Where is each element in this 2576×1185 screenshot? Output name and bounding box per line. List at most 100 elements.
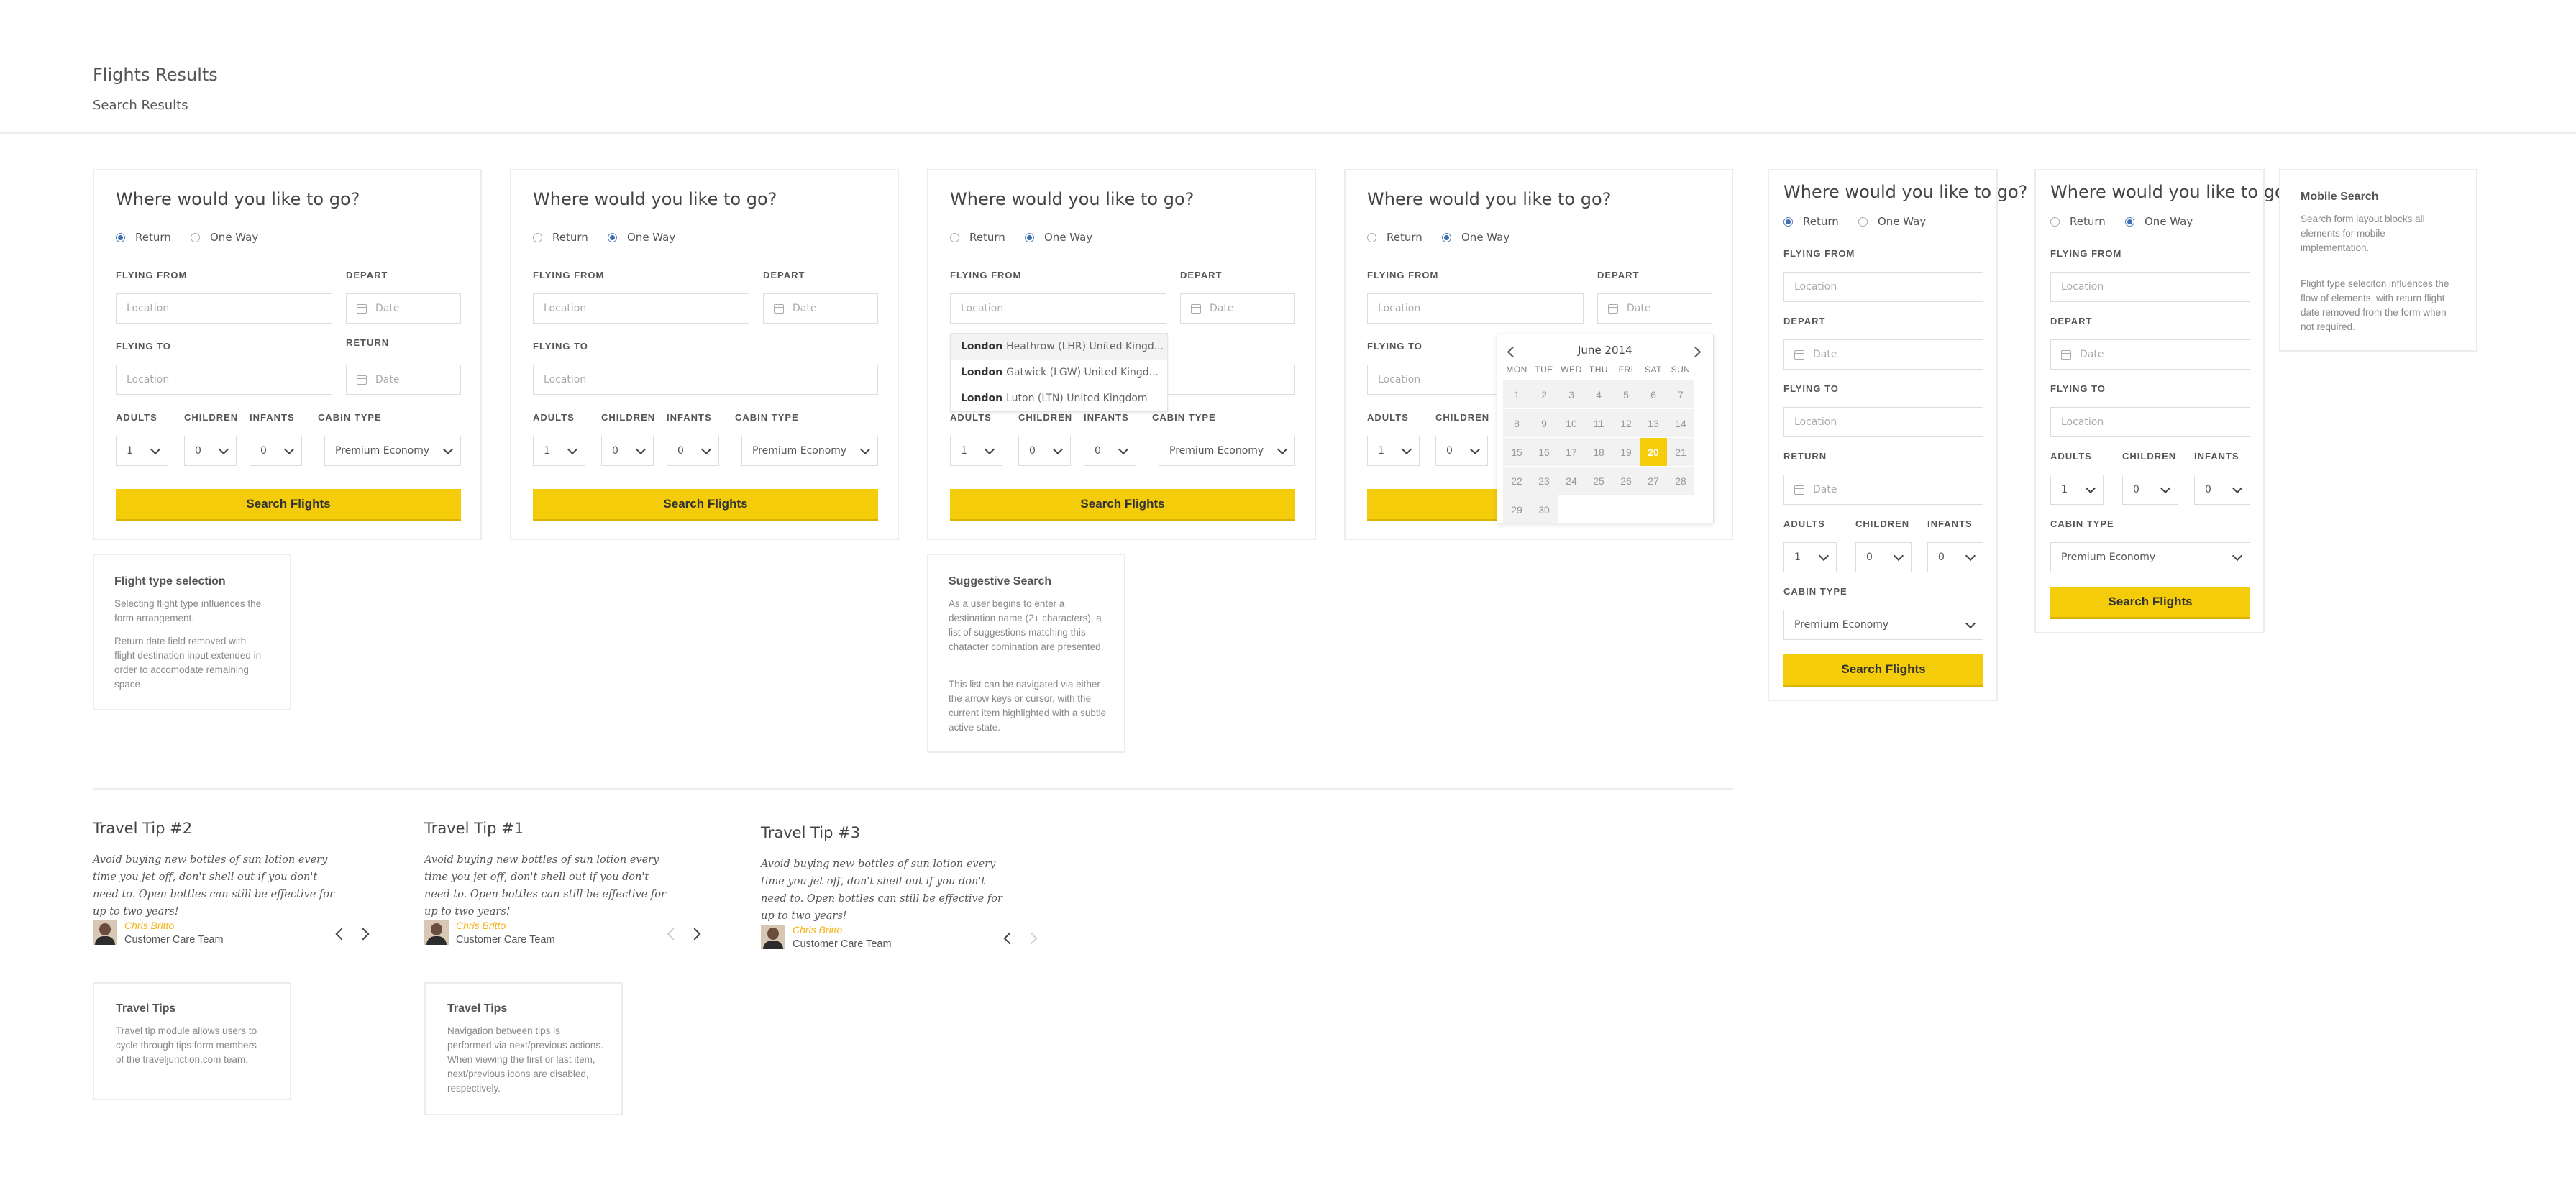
flying-from-input[interactable]: Location	[1783, 272, 1983, 302]
radio-oneway[interactable]: One Way	[1025, 231, 1092, 244]
previous-month-icon[interactable]	[1507, 346, 1519, 358]
calendar-day[interactable]: 7	[1667, 380, 1694, 408]
next-arrow-icon[interactable]	[688, 928, 701, 941]
flying-to-input[interactable]: Location	[2050, 407, 2250, 437]
radio-dot-selected[interactable]	[1442, 232, 1451, 242]
radio-return[interactable]: Return	[533, 231, 588, 244]
flying-to-input[interactable]: Location	[1783, 407, 1983, 437]
calendar-day[interactable]: 28	[1667, 467, 1694, 495]
calendar-day[interactable]: 9	[1530, 409, 1558, 437]
calendar-day[interactable]: 22	[1503, 467, 1530, 495]
flying-to-input[interactable]: Location	[116, 365, 332, 395]
next-arrow-icon[interactable]	[357, 928, 370, 941]
previous-arrow-icon[interactable]	[1003, 932, 1016, 945]
calendar-day[interactable]: 1	[1503, 380, 1530, 408]
radio-return[interactable]: Return	[1367, 231, 1422, 244]
calendar-day-selected[interactable]: 20	[1640, 438, 1667, 466]
flying-from-input[interactable]: Location	[533, 293, 749, 324]
infants-select[interactable]: 0	[667, 436, 719, 466]
radio-oneway[interactable]: One Way	[2125, 215, 2193, 228]
search-flights-button[interactable]: Search Flights	[533, 489, 878, 521]
radio-dot[interactable]	[191, 232, 200, 242]
radio-dot-selected[interactable]	[116, 232, 125, 242]
calendar-day[interactable]: 18	[1585, 438, 1612, 466]
radio-dot-selected[interactable]	[608, 232, 617, 242]
children-select[interactable]: 0	[1855, 542, 1912, 572]
radio-oneway[interactable]: One Way	[608, 231, 675, 244]
cabin-type-select[interactable]: Premium Economy	[1783, 610, 1983, 640]
next-month-icon[interactable]	[1689, 346, 1702, 358]
search-flights-button[interactable]: Search Flights	[950, 489, 1295, 521]
adults-select[interactable]: 1	[950, 436, 1002, 466]
calendar-day[interactable]: 27	[1640, 467, 1667, 495]
calendar-day[interactable]: 3	[1558, 380, 1585, 408]
infants-select[interactable]: 0	[1084, 436, 1136, 466]
radio-dot[interactable]	[1367, 232, 1376, 242]
radio-dot[interactable]	[1858, 216, 1868, 227]
calendar-day[interactable]: 21	[1667, 438, 1694, 466]
infants-select[interactable]: 0	[1927, 542, 1983, 572]
adults-select[interactable]: 1	[533, 436, 585, 466]
cabin-type-select[interactable]: Premium Economy	[324, 436, 461, 466]
infants-select[interactable]: 0	[2194, 475, 2250, 505]
children-select[interactable]: 0	[601, 436, 654, 466]
return-date-input[interactable]: Date	[346, 365, 461, 395]
calendar-day[interactable]: 2	[1530, 380, 1558, 408]
depart-date-input[interactable]: Date	[1597, 293, 1712, 324]
calendar-day[interactable]: 25	[1585, 467, 1612, 495]
radio-return[interactable]: Return	[116, 231, 171, 244]
depart-date-input[interactable]: Date	[1180, 293, 1295, 324]
radio-oneway[interactable]: One Way	[1442, 231, 1509, 244]
calendar-day[interactable]: 12	[1612, 409, 1640, 437]
search-flights-button[interactable]: Search Flights	[2050, 587, 2250, 619]
suggestion-item[interactable]: London Gatwick (LGW) United Kingd...	[951, 360, 1167, 385]
children-select[interactable]: 0	[184, 436, 237, 466]
calendar-day[interactable]: 29	[1503, 495, 1530, 523]
cabin-type-select[interactable]: Premium Economy	[741, 436, 878, 466]
flying-from-input[interactable]: Location	[1367, 293, 1584, 324]
previous-arrow-icon[interactable]	[335, 928, 348, 941]
depart-date-input[interactable]: Date	[763, 293, 878, 324]
calendar-day[interactable]: 23	[1530, 467, 1558, 495]
radio-return[interactable]: Return	[2050, 215, 2106, 228]
radio-dot[interactable]	[2050, 216, 2060, 227]
children-select[interactable]: 0	[1018, 436, 1071, 466]
radio-dot-selected[interactable]	[1025, 232, 1034, 242]
adults-select[interactable]: 1	[1367, 436, 1420, 466]
calendar-day[interactable]: 6	[1640, 380, 1667, 408]
children-select[interactable]: 0	[1435, 436, 1488, 466]
calendar-day[interactable]: 4	[1585, 380, 1612, 408]
calendar-day[interactable]: 24	[1558, 467, 1585, 495]
calendar-day[interactable]: 8	[1503, 409, 1530, 437]
depart-date-input[interactable]: Date	[1783, 339, 1983, 370]
flying-from-input[interactable]: Location	[116, 293, 332, 324]
children-select[interactable]: 0	[2122, 475, 2178, 505]
calendar-day[interactable]: 10	[1558, 409, 1585, 437]
adults-select[interactable]: 1	[1783, 542, 1837, 572]
previous-arrow-icon[interactable]	[667, 928, 680, 941]
radio-dot-selected[interactable]	[2125, 216, 2134, 227]
radio-dot-selected[interactable]	[1783, 216, 1793, 227]
infants-select[interactable]: 0	[250, 436, 302, 466]
search-flights-button[interactable]: Search Flights	[116, 489, 461, 521]
calendar-day[interactable]: 11	[1585, 409, 1612, 437]
next-arrow-icon[interactable]	[1025, 932, 1038, 945]
cabin-type-select[interactable]: Premium Economy	[1159, 436, 1295, 466]
radio-oneway[interactable]: One Way	[191, 231, 258, 244]
calendar-day[interactable]: 5	[1612, 380, 1640, 408]
depart-date-input[interactable]: Date	[346, 293, 461, 324]
radio-return[interactable]: Return	[1783, 215, 1839, 228]
return-date-input[interactable]: Date	[1783, 475, 1983, 505]
calendar-day[interactable]: 19	[1612, 438, 1640, 466]
calendar-day[interactable]: 14	[1667, 409, 1694, 437]
suggestion-item[interactable]: London Luton (LTN) United Kingdom	[951, 385, 1167, 411]
flying-from-input[interactable]: Location	[2050, 272, 2250, 302]
calendar-day[interactable]: 17	[1558, 438, 1585, 466]
search-flights-button[interactable]: Search Flights	[1783, 654, 1983, 687]
calendar-day[interactable]: 15	[1503, 438, 1530, 466]
radio-oneway[interactable]: One Way	[1858, 215, 1926, 228]
calendar-day[interactable]: 26	[1612, 467, 1640, 495]
radio-dot[interactable]	[533, 232, 542, 242]
calendar-day[interactable]: 13	[1640, 409, 1667, 437]
calendar-day[interactable]: 16	[1530, 438, 1558, 466]
